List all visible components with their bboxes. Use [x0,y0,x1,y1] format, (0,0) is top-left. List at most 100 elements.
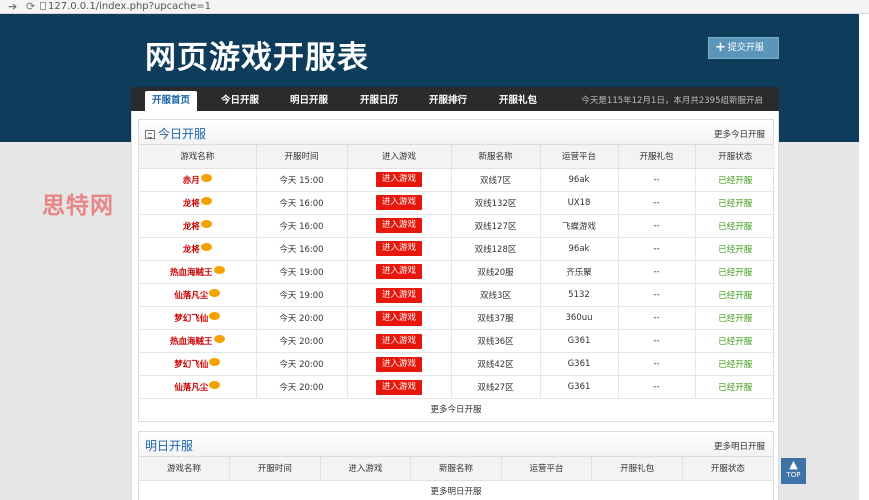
gift-cell: -- [618,214,696,238]
hot-badge-icon [209,381,221,390]
status-cell: 已经开服 [695,352,775,377]
status-cell: 已经开服 [695,191,775,215]
enter-game-button[interactable]: 进入游戏 [376,195,422,211]
reload-icon[interactable]: ⟳ [26,0,35,13]
col-platform: 运营平台 [540,145,619,169]
enter-game-cell: 进入游戏 [347,237,452,261]
tab-tomorrow[interactable]: 明日开服 [283,91,335,111]
game-name-link[interactable]: 龙将 [183,199,200,209]
status-badge: 已经开服 [718,291,753,302]
back-to-top-button[interactable]: ▲ TOP [781,458,806,484]
open-time-cell: 今天 20:00 [256,329,348,354]
gift-cell: -- [618,237,696,261]
table-row: 梦幻飞仙 今天 20:00 进入游戏 双线37服 360uu -- 已经开服 [139,306,775,331]
game-name-cell: 梦幻飞仙 [139,352,257,377]
game-name-cell: 梦幻飞仙 [139,306,257,331]
tomorrow-table: 游戏名称 开服时间 进入游戏 新服名称 运营平台 开服礼包 开服状态 [139,457,773,481]
submit-server-button[interactable]: + 提交开服 [708,37,779,59]
enter-game-cell: 进入游戏 [347,283,452,308]
enter-game-button[interactable]: 进入游戏 [376,264,422,280]
col-gift: 开服礼包 [591,457,683,481]
server-name-cell: 双线132区 [451,191,541,215]
game-name-link[interactable]: 仙落凡尘 [174,291,208,301]
tab-gift[interactable]: 开服礼包 [492,91,544,111]
tab-calendar[interactable]: 开服日历 [353,91,405,111]
col-platform: 运营平台 [501,457,593,481]
open-time-cell: 今天 19:00 [256,260,348,284]
enter-game-button[interactable]: 进入游戏 [376,218,422,234]
open-time-cell: 今天 15:00 [256,168,348,192]
more-today-link[interactable]: 更多今日开服 [714,128,765,140]
enter-game-cell: 进入游戏 [347,306,452,331]
col-status: 开服状态 [695,145,775,169]
enter-game-cell: 进入游戏 [347,375,452,400]
open-time-cell: 今天 16:00 [256,214,348,238]
server-name-cell: 双线37服 [451,306,541,331]
status-cell: 已经开服 [695,375,775,400]
enter-game-button[interactable]: 进入游戏 [376,310,422,326]
col-gift: 开服礼包 [618,145,696,169]
enter-game-button[interactable]: 进入游戏 [376,356,422,372]
more-today-bottom-link[interactable]: 更多今日开服 [139,399,773,421]
status-cell: 已经开服 [695,283,775,308]
game-name-link[interactable]: 梦幻飞仙 [174,360,208,370]
forward-arrow-icon[interactable]: ➔ [8,0,17,13]
col-server-name: 新服名称 [410,457,502,481]
platform-cell: 5132 [540,283,619,308]
col-server-name: 新服名称 [451,145,541,169]
today-table: 游戏名称 开服时间 进入游戏 新服名称 运营平台 开服礼包 开服状态 赤月 今天 … [139,145,775,400]
enter-game-button[interactable]: 进入游戏 [376,333,422,349]
enter-game-button[interactable]: 进入游戏 [376,172,422,188]
enter-game-cell: 进入游戏 [347,214,452,238]
status-badge: 已经开服 [718,267,753,278]
gift-cell: -- [618,168,696,192]
url-field[interactable]: 127.0.0.1/index.php?upcache=1 [48,0,211,13]
enter-game-button[interactable]: 进入游戏 [376,379,422,395]
more-tomorrow-link[interactable]: 更多明日开服 [714,440,765,452]
tab-ranking[interactable]: 开服排行 [422,91,474,111]
game-name-link[interactable]: 赤月 [183,176,200,186]
game-name-link[interactable]: 仙落凡尘 [174,383,208,393]
hot-badge-icon [200,242,212,251]
table-row: 仙落凡尘 今天 20:00 进入游戏 双线27区 G361 -- 已经开服 [139,375,775,400]
game-name-cell: 龙将 [139,214,257,238]
game-name-cell: 热血海贼王 [139,329,257,354]
game-name-link[interactable]: 龙将 [183,222,200,232]
hot-badge-icon [200,219,212,228]
enter-game-cell: 进入游戏 [347,168,452,192]
game-name-link[interactable]: 热血海贼王 [170,337,213,347]
enter-game-button[interactable]: 进入游戏 [376,241,422,257]
server-name-cell: 双线127区 [451,214,541,238]
hot-badge-icon [209,312,221,321]
status-badge: 已经开服 [718,314,753,325]
col-open-time: 开服时间 [256,145,348,169]
browser-address-bar: ➔ ⟳ 127.0.0.1/index.php?upcache=1 [0,0,869,14]
tab-home[interactable]: 开服首页 [145,91,197,111]
gift-cell: -- [618,191,696,215]
game-name-link[interactable]: 热血海贼王 [170,268,213,278]
gift-cell: -- [618,329,696,354]
server-name-cell: 双线128区 [451,237,541,261]
status-cell: 已经开服 [695,237,775,261]
game-name-link[interactable]: 龙将 [183,245,200,255]
platform-cell: 360uu [540,306,619,331]
tomorrow-section: 明日开服 更多明日开服 游戏名称 开服时间 进入游戏 新服名称 运营平台 开服礼… [138,431,774,500]
hot-badge-icon [213,265,225,274]
server-name-cell: 双线3区 [451,283,541,308]
game-name-cell: 仙落凡尘 [139,375,257,400]
enter-game-cell: 进入游戏 [347,191,452,215]
gift-cell: -- [618,260,696,284]
table-row: 热血海贼王 今天 19:00 进入游戏 双线20服 齐乐聚 -- 已经开服 [139,260,775,284]
game-name-cell: 仙落凡尘 [139,283,257,308]
open-time-cell: 今天 16:00 [256,237,348,261]
more-tomorrow-bottom-link[interactable]: 更多明日开服 [139,481,773,500]
enter-game-button[interactable]: 进入游戏 [376,287,422,303]
status-cell: 已经开服 [695,329,775,354]
plus-icon: + [715,40,726,55]
game-name-link[interactable]: 梦幻飞仙 [174,314,208,324]
today-section-header: 今日开服 更多今日开服 [139,120,773,145]
tab-today[interactable]: 今日开服 [214,91,266,111]
col-status: 开服状态 [682,457,773,481]
status-cell: 已经开服 [695,168,775,192]
hot-badge-icon [209,358,221,367]
